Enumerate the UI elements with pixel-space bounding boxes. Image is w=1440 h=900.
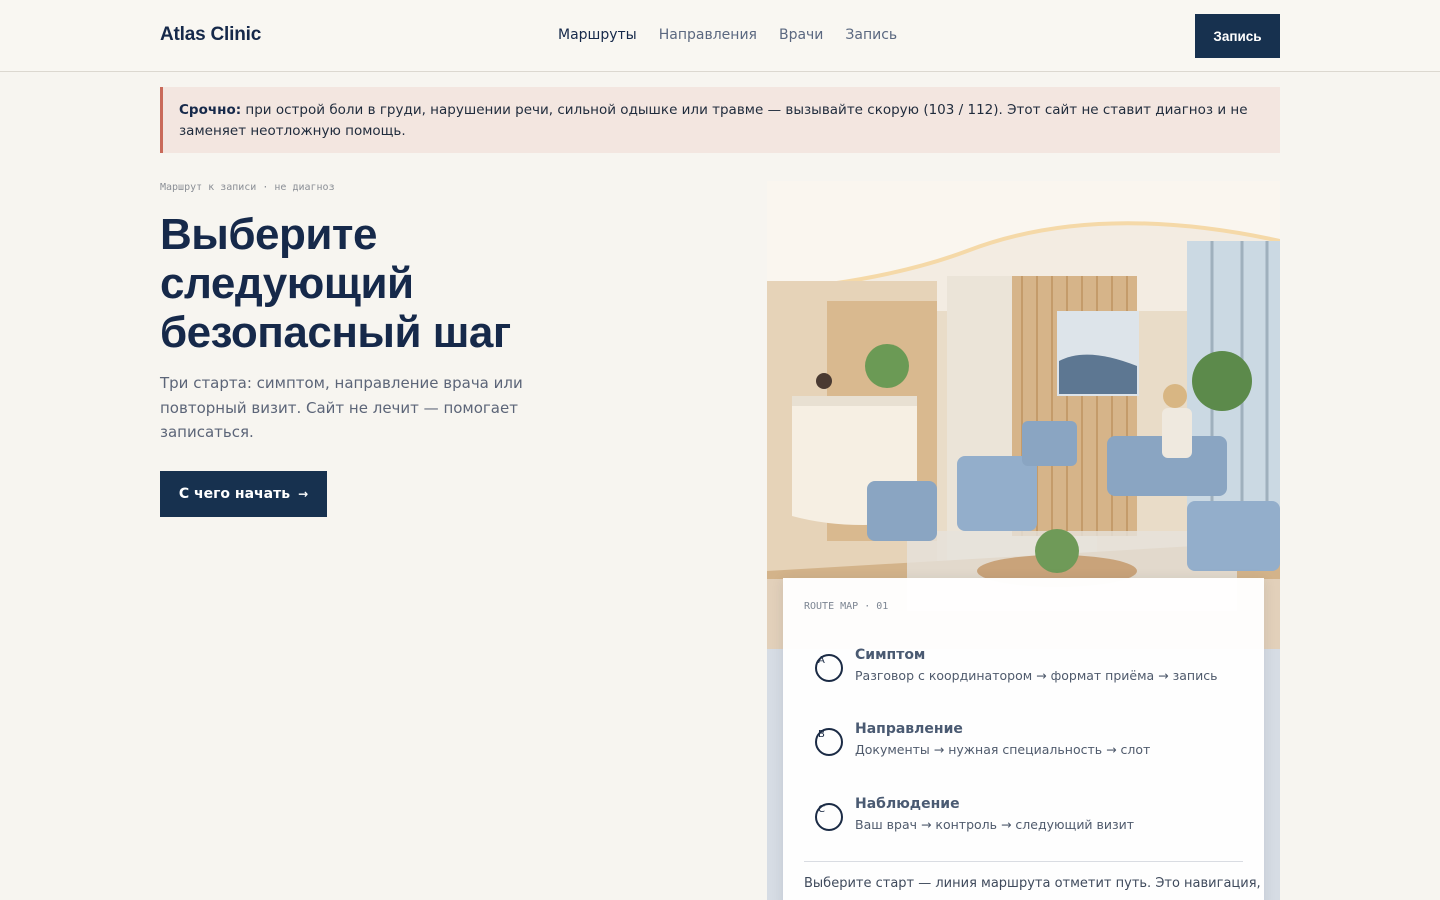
hero-eyebrow: Маршрут к записи · не диагноз (160, 182, 335, 193)
hero-description: Три старта: симптом, направление врача и… (160, 374, 523, 441)
alert-label: Срочно: (179, 102, 242, 118)
route-title: Симптом (855, 647, 926, 663)
route-title: Наблюдение (855, 796, 960, 812)
logo[interactable]: Atlas Clinic (160, 24, 261, 46)
route-steps: Разговор с координатором → формат приёма… (855, 668, 1218, 683)
route-letter: C (818, 804, 825, 815)
page-title: Выберите следующий безопасный шаг (160, 210, 511, 357)
nav-link-routes[interactable]: Маршруты (558, 27, 637, 43)
route-marker: A (815, 654, 843, 682)
alert-text: при острой боли в груди, нарушении речи,… (179, 102, 1248, 139)
route-map-card: ROUTE MAP · 01 A Симптом Разговор с коор… (783, 578, 1264, 900)
route-marker: B (815, 728, 843, 756)
route-map-label: ROUTE MAP · 01 (804, 601, 889, 612)
route-letter: B (818, 729, 825, 740)
card-divider (804, 861, 1243, 862)
arrow-right-icon: → (298, 487, 309, 501)
start-button[interactable]: С чего начать → (160, 471, 327, 517)
nav-link-referrals[interactable]: Направления (659, 27, 757, 43)
route-steps: Документы → нужная специальность → слот (855, 742, 1151, 757)
start-button-label: С чего начать (178, 486, 291, 502)
route-marker: C (815, 803, 843, 831)
route-title: Направление (855, 721, 963, 737)
nav-link-doctors[interactable]: Врачи (779, 27, 823, 43)
route-letter: A (818, 655, 825, 666)
route-steps: Ваш врач → контроль → следующий визит (855, 817, 1135, 832)
urgent-alert: Срочно: при острой боли в груди, нарушен… (160, 87, 1280, 153)
card-footer-text: Выберите старт — линия маршрута отметит … (804, 876, 1261, 891)
booking-button[interactable]: Запись (1195, 14, 1280, 58)
site-header: Atlas Clinic Маршруты Направления Врачи … (0, 0, 1440, 72)
nav-link-booking[interactable]: Запись (845, 27, 897, 43)
main-nav: Маршруты Направления Врачи Запись (558, 27, 897, 43)
